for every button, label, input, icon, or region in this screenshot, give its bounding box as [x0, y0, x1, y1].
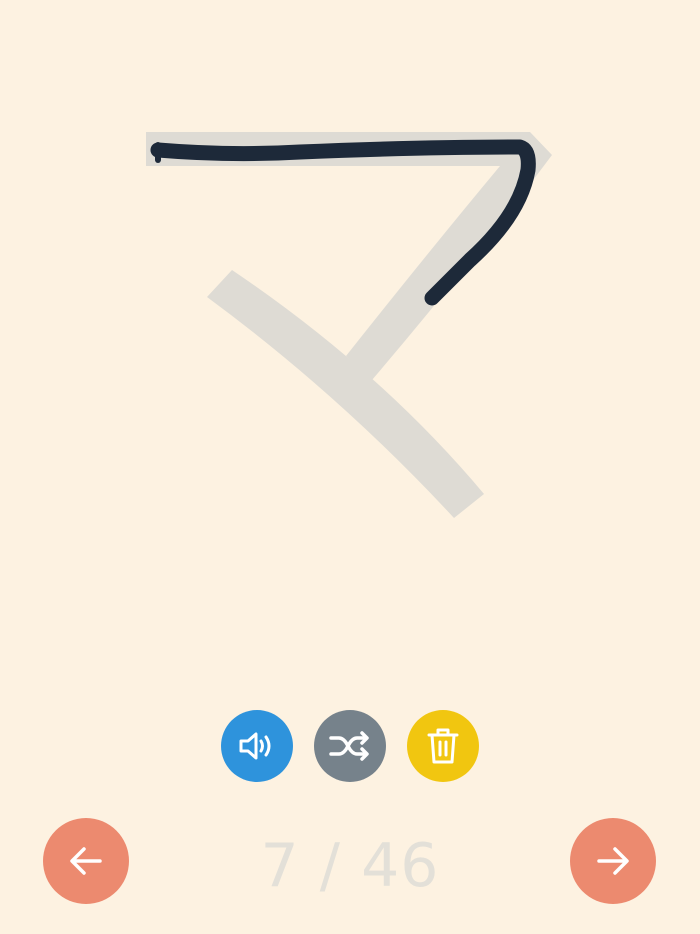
- stroke-guide: [146, 132, 552, 518]
- shuffle-icon: [329, 731, 369, 761]
- next-button[interactable]: [570, 818, 656, 904]
- progress-counter: 7 / 46: [260, 831, 440, 901]
- arrow-right-icon: [597, 847, 629, 875]
- practice-screen: 7 / 46: [0, 0, 700, 934]
- character-svg: [146, 132, 552, 518]
- trash-icon: [427, 728, 459, 764]
- shuffle-button[interactable]: [314, 710, 386, 782]
- guide-stroke-1: [146, 132, 552, 380]
- guide-stroke-2: [207, 270, 484, 518]
- previous-button[interactable]: [43, 818, 129, 904]
- speaker-icon: [239, 732, 271, 760]
- sound-button[interactable]: [221, 710, 293, 782]
- arrow-left-icon: [70, 847, 102, 875]
- clear-button[interactable]: [407, 710, 479, 782]
- drawing-canvas[interactable]: [0, 0, 700, 680]
